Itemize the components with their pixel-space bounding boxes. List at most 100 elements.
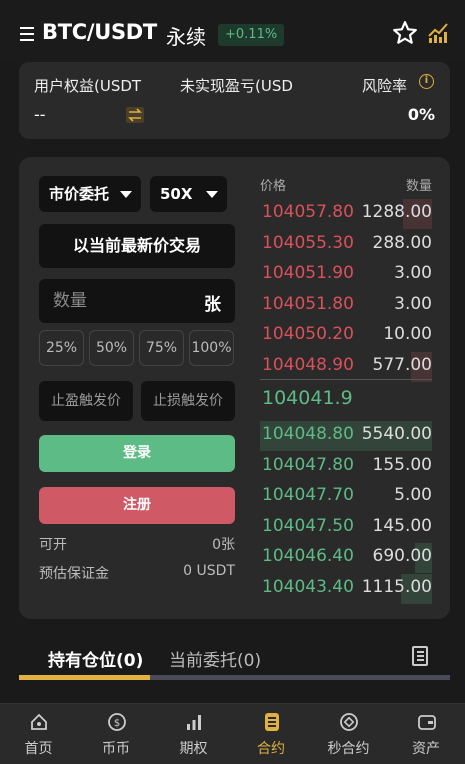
bid-qty: 5540.00	[361, 424, 432, 444]
nav-item-4[interactable]: 秒合约	[310, 704, 387, 764]
unrealized-pnl-label: 未实现盈亏(USD	[180, 77, 293, 95]
ask-price: 104057.80	[262, 202, 354, 222]
margin-row: 预估保证金 0 USDT	[39, 563, 235, 583]
available-label: 可开	[39, 537, 67, 553]
ask-row[interactable]: 104048.90 577.00	[260, 351, 432, 382]
bid-qty: 145.00	[372, 515, 432, 536]
top-header: BTC/USDT 永续 +0.11%	[0, 0, 465, 62]
transfer-icon[interactable]	[126, 107, 144, 123]
last-price[interactable]: 104041.9	[262, 387, 353, 409]
wallet-icon	[417, 715, 436, 730]
ask-row[interactable]: 104057.80 1288.00	[260, 199, 432, 229]
bid-price: 104047.80	[262, 454, 354, 475]
pct-75-button[interactable]: 75%	[139, 330, 184, 366]
login-button[interactable]: 登录	[39, 435, 235, 472]
leverage-value: 50X	[160, 185, 193, 203]
orderbook-divider	[260, 379, 432, 380]
equity-label: 用户权益(USDT	[34, 77, 142, 95]
ask-qty: 577.00	[372, 354, 432, 375]
available-row: 可开 0张	[39, 534, 235, 554]
diamond-icon	[340, 713, 358, 731]
ask-row[interactable]: 104051.80 3.00	[260, 291, 432, 321]
pct-25-button[interactable]: 25%	[39, 330, 84, 366]
favorite-star-icon[interactable]	[392, 20, 418, 46]
info-icon[interactable]: i	[419, 74, 434, 89]
margin-label: 预估保证金	[39, 566, 109, 582]
nav-label: 首页	[24, 741, 53, 757]
order-type-select[interactable]: 市价委托	[39, 176, 141, 212]
bid-row[interactable]: 104047.80 155.00	[260, 452, 432, 482]
nav-label: 期权	[179, 741, 208, 757]
trade-panel: 市价委托 50X 以当前最新价交易 张 25% 50% 75% 100% 止盈触…	[19, 157, 450, 619]
bid-row[interactable]: 104043.40 1115.00	[260, 573, 432, 604]
home-icon	[31, 713, 47, 730]
ask-qty: 3.00	[394, 293, 432, 314]
chevron-down-icon	[206, 191, 218, 198]
nav-label: 资产	[412, 741, 440, 757]
nav-item-5[interactable]: 资产	[388, 704, 465, 764]
bid-row[interactable]: 104047.70 5.00	[260, 482, 432, 512]
bottom-nav: 首页 $ 币币 期权 合约 秒合约 资产	[0, 703, 465, 764]
nav-label: 币币	[102, 741, 130, 757]
leverage-select[interactable]: 50X	[150, 176, 227, 212]
ask-row[interactable]: 104050.20 10.00	[260, 321, 432, 351]
pct-50-button[interactable]: 50%	[89, 330, 134, 366]
bid-price: 104043.40	[262, 576, 354, 597]
nav-item-2[interactable]: 期权	[155, 704, 232, 764]
menu-icon[interactable]	[20, 26, 36, 42]
risk-rate-value: 0%	[407, 105, 435, 124]
ask-price: 104048.90	[262, 354, 354, 375]
nav-item-0[interactable]: 首页	[0, 704, 77, 764]
bid-qty: 690.00	[372, 546, 432, 566]
bid-qty: 155.00	[372, 454, 432, 475]
ask-qty: 1288.00	[361, 202, 432, 222]
nav-label: 合约	[257, 741, 285, 757]
margin-value: 0 USDT	[183, 563, 235, 579]
bid-price: 104047.70	[262, 485, 354, 505]
order-history-icon[interactable]	[412, 646, 428, 666]
ask-price: 104055.30	[262, 232, 354, 253]
signal-bars-icon	[187, 715, 201, 730]
bid-qty: 1115.00	[361, 576, 432, 597]
bid-price: 104048.80	[262, 424, 354, 444]
quantity-field: 张	[39, 279, 235, 323]
tab-open-orders[interactable]: 当前委托(0)	[169, 646, 261, 671]
ask-row[interactable]: 104051.90 3.00	[260, 260, 432, 290]
svg-text:$: $	[113, 718, 119, 729]
tab-positions[interactable]: 持有仓位(0)	[48, 646, 143, 671]
ask-row[interactable]: 104055.30 288.00	[260, 230, 432, 260]
contract-icon	[264, 713, 279, 731]
pair-title[interactable]: BTC/USDT	[42, 20, 157, 44]
stop-loss-input[interactable]: 止损触发价	[141, 381, 235, 421]
bid-qty: 5.00	[394, 485, 432, 505]
bid-row[interactable]: 104047.50 145.00	[260, 513, 432, 543]
ask-qty: 288.00	[372, 232, 432, 253]
bid-price: 104047.50	[262, 515, 354, 536]
change-badge: +0.11%	[218, 24, 285, 46]
quantity-input[interactable]	[39, 279, 189, 323]
take-profit-input[interactable]: 止盈触发价	[39, 381, 133, 421]
nav-label: 秒合约	[327, 741, 370, 757]
pct-100-button[interactable]: 100%	[189, 330, 234, 366]
nav-item-3[interactable]: 合约	[233, 704, 310, 764]
orderbook-qty-header: 数量	[405, 179, 432, 194]
orderbook-price-header: 价格	[260, 179, 287, 194]
risk-rate-label: 风险率	[362, 77, 408, 95]
tab-active-indicator	[19, 675, 150, 680]
bid-price: 104046.40	[262, 546, 354, 566]
contract-type: 永续	[166, 25, 206, 49]
bid-row[interactable]: 104046.40 690.00	[260, 543, 432, 573]
kline-chart-icon[interactable]	[426, 20, 450, 44]
ask-price: 104050.20	[262, 324, 354, 344]
order-type-value: 市价委托	[49, 185, 110, 203]
account-summary-card: 用户权益(USDT -- 未实现盈亏(USD 风险率 i 0%	[19, 62, 450, 139]
ask-qty: 10.00	[383, 324, 432, 344]
nav-item-1[interactable]: $ 币币	[78, 704, 155, 764]
register-button[interactable]: 注册	[39, 487, 235, 524]
quantity-unit: 张	[204, 295, 221, 315]
equity-value: --	[34, 105, 46, 124]
market-price-trade-button[interactable]: 以当前最新价交易	[39, 224, 235, 268]
position-tabs: 持有仓位(0) 当前委托(0)	[19, 638, 450, 680]
ask-price: 104051.90	[262, 263, 354, 283]
bid-row[interactable]: 104048.80 5540.00	[260, 421, 432, 451]
